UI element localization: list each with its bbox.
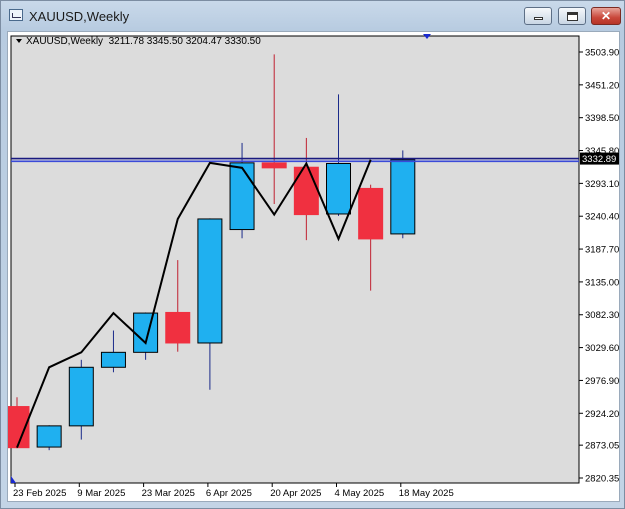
bull-candle[interactable]	[68, 366, 94, 427]
bull-candle[interactable]	[133, 312, 159, 353]
date-label: 18 May 2025	[399, 488, 454, 499]
date-label: 4 May 2025	[335, 488, 385, 499]
price-label: 3082.30	[585, 310, 619, 321]
chart-menu-arrow-icon[interactable]	[16, 39, 22, 44]
price-label: 2820.35	[585, 474, 619, 485]
chart-window-icon	[9, 9, 23, 21]
price-label: 3187.70	[585, 245, 619, 256]
chart-header: XAUUSD,Weekly 3211.78 3345.50 3204.47 33…	[16, 36, 261, 47]
bull-candle[interactable]	[197, 218, 223, 344]
bull-candle[interactable]	[100, 351, 126, 368]
candlestick-chart[interactable]: 3503.903451.203398.503345.803293.103240.…	[8, 32, 619, 501]
bear-candle[interactable]	[293, 166, 319, 216]
bull-candle[interactable]	[326, 162, 351, 215]
maximize-icon	[567, 12, 578, 21]
price-label: 2873.05	[585, 441, 619, 452]
minimize-icon	[534, 17, 543, 20]
date-label: 6 Apr 2025	[206, 488, 252, 499]
price-label: 3240.40	[585, 212, 619, 223]
date-label: 20 Apr 2025	[270, 488, 321, 499]
price-label: 3135.00	[585, 277, 619, 288]
bear-candle[interactable]	[358, 187, 384, 240]
chart-window: XAUUSD,Weekly ✕ 3503.90 3451.20 3398.50 334…	[0, 0, 625, 509]
date-label: 9 Mar 2025	[77, 488, 125, 499]
bear-candle[interactable]	[261, 162, 287, 169]
price-label: 2976.90	[585, 376, 619, 387]
plot-area[interactable]	[10, 35, 580, 484]
bull-candle[interactable]	[390, 159, 416, 235]
close-icon: ✕	[600, 9, 612, 23]
price-label: 2924.20	[585, 409, 619, 420]
chart-symbol: XAUUSD,Weekly	[26, 36, 104, 47]
price-label: 3503.90	[585, 48, 619, 59]
chart-ohlc: 3211.78 3345.50 3204.47 3330.50	[108, 36, 261, 47]
bull-candle[interactable]	[229, 162, 255, 231]
date-label: 23 Feb 2025	[13, 488, 66, 499]
chart-area[interactable]: 3503.90 3451.20 3398.50 3345.80 3293.10 3240.…	[7, 31, 620, 502]
maximize-button[interactable]	[558, 7, 586, 25]
title-bar[interactable]: XAUUSD,Weekly ✕	[1, 1, 624, 31]
date-label: 23 Mar 2025	[142, 488, 195, 499]
window-title: XAUUSD,Weekly	[29, 9, 130, 24]
price-label: 3293.10	[585, 179, 619, 190]
price-label: 3398.50	[585, 113, 619, 124]
minimize-button[interactable]	[524, 7, 552, 25]
price-label: 3451.20	[585, 80, 619, 91]
price-label: 3029.60	[585, 343, 619, 354]
current-price-label: 3332.89	[582, 154, 616, 165]
bear-candle[interactable]	[165, 311, 191, 344]
bull-candle[interactable]	[36, 425, 62, 448]
close-button[interactable]: ✕	[591, 7, 621, 25]
